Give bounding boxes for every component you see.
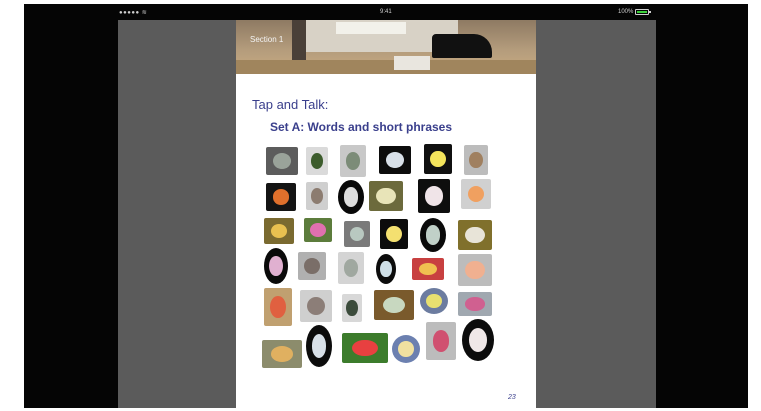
battery-percentage: 100% (618, 9, 634, 15)
flower-picture-32[interactable] (306, 325, 332, 367)
page-number: 23 (508, 394, 516, 401)
flower-picture-6[interactable] (464, 145, 488, 175)
right-margin-panel (536, 20, 656, 408)
flower-image (304, 258, 320, 274)
flower-picture-15[interactable] (344, 221, 370, 247)
flower-image (467, 185, 485, 203)
flower-picture-7[interactable] (266, 183, 296, 211)
flower-picture-3[interactable] (340, 145, 366, 177)
flower-picture-26[interactable] (300, 290, 332, 322)
flower-image (270, 296, 286, 318)
flower-image (469, 328, 487, 352)
flower-image (307, 297, 325, 315)
flower-image (269, 255, 283, 277)
flower-picture-27[interactable] (342, 294, 362, 322)
flower-image (346, 300, 358, 316)
flower-picture-31[interactable] (262, 340, 302, 368)
flower-picture-4[interactable] (379, 146, 411, 174)
flower-image (343, 259, 359, 277)
flower-image (382, 296, 406, 314)
flower-image (465, 297, 485, 311)
flower-image (272, 189, 290, 205)
flower-image (426, 293, 442, 309)
flower-image (386, 152, 404, 168)
flower-image (380, 260, 392, 278)
flower-image (425, 225, 441, 245)
flower-image (469, 151, 483, 169)
screen-recording-frame: ●●●●● ≋ 9:41 100% Section 1 Tap and Talk… (0, 0, 761, 411)
flower-picture-11[interactable] (418, 179, 450, 213)
flower-image (465, 226, 485, 244)
status-time: 9:41 (380, 9, 392, 15)
flower-picture-33[interactable] (342, 333, 388, 363)
flower-picture-21[interactable] (338, 252, 364, 284)
flower-image (310, 223, 326, 237)
flower-picture-18[interactable] (458, 220, 492, 250)
battery-icon (635, 9, 651, 15)
flower-image (398, 341, 414, 357)
flower-picture-30[interactable] (458, 292, 492, 316)
flower-picture-25[interactable] (264, 288, 292, 326)
flower-picture-13[interactable] (264, 218, 294, 244)
flower-picture-10[interactable] (369, 181, 403, 211)
flower-picture-5[interactable] (424, 144, 452, 174)
flower-picture-17[interactable] (420, 218, 446, 252)
flower-image (310, 153, 324, 169)
flower-image (270, 346, 294, 362)
flower-image (310, 188, 324, 204)
flower-picture-35[interactable] (426, 322, 456, 360)
flower-picture-24[interactable] (458, 254, 492, 286)
flower-picture-22[interactable] (376, 254, 396, 284)
left-margin-panel (118, 20, 236, 408)
flower-picture-23[interactable] (412, 258, 444, 280)
flower-picture-34[interactable] (392, 335, 420, 363)
flower-image (432, 330, 450, 352)
flower-picture-14[interactable] (304, 218, 332, 242)
flower-picture-36[interactable] (462, 319, 494, 361)
flower-image (386, 225, 402, 243)
flower-picture-9[interactable] (338, 180, 364, 214)
flower-image (343, 187, 359, 207)
flower-image (311, 334, 327, 358)
flower-image (273, 153, 291, 169)
flower-picture-1[interactable] (266, 147, 298, 175)
flower-image (376, 187, 396, 205)
flower-image (430, 150, 446, 168)
flower-image (352, 339, 378, 357)
flower-picture-2[interactable] (306, 147, 328, 175)
flower-picture-12[interactable] (461, 179, 491, 209)
flower-image (345, 152, 361, 170)
flower-picture-20[interactable] (298, 252, 326, 280)
status-bar: ●●●●● ≋ 9:41 100% (24, 4, 748, 20)
flower-picture-16[interactable] (380, 219, 408, 249)
flower-image (270, 223, 288, 239)
flower-image (349, 226, 365, 242)
flower-picture-28[interactable] (374, 290, 414, 320)
carrier-signal: ●●●●● ≋ (119, 10, 148, 16)
picture-grid (236, 20, 536, 408)
flower-picture-8[interactable] (306, 182, 328, 210)
flower-picture-19[interactable] (264, 248, 288, 284)
flower-image (425, 186, 443, 206)
flower-picture-29[interactable] (420, 288, 448, 314)
flower-image (419, 262, 437, 276)
flower-image (465, 261, 485, 279)
ebook-page[interactable]: Section 1 Tap and Talk: Set A: Words and… (236, 20, 536, 408)
